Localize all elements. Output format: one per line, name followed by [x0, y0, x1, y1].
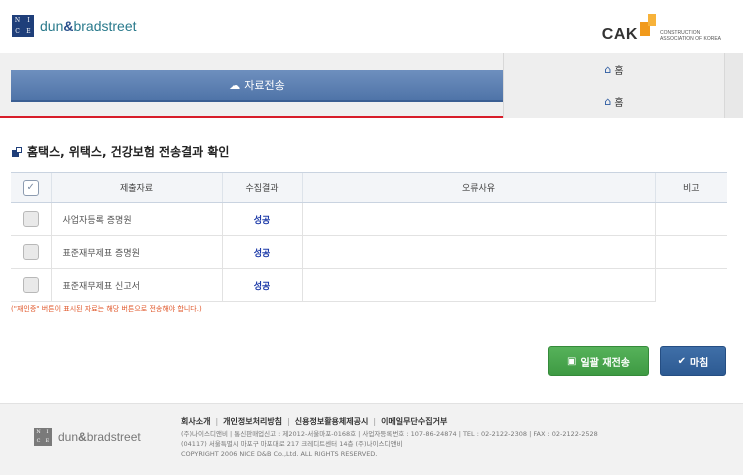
home-link-2[interactable]: ⌂ 홈 [504, 85, 724, 117]
table-row: 표준재무제표 증명원 성공 [11, 235, 727, 269]
cak-subtitle: CONSTRUCTION ASSOCIATION OF KOREA [659, 30, 721, 42]
footer-logo: NICE dun&bradstreet [34, 428, 141, 446]
nice-logo-mark: NICE [12, 15, 34, 37]
col-header-result: 수집결과 [221, 172, 302, 203]
result-status: 성공 [221, 202, 302, 236]
row-checkbox[interactable] [22, 211, 39, 227]
dnb-logo[interactable]: NICE dun&bradstreet [12, 15, 137, 37]
error-reason [301, 202, 655, 236]
select-all-cell: ✓ [11, 172, 51, 203]
side-nav: ⌂ 홈 ⌂ 홈 [503, 53, 724, 118]
row-checkbox-cell [11, 202, 51, 236]
footer-link-credit-info[interactable]: 신용정보활용체제공시 [295, 417, 369, 426]
footer: NICE dun&bradstreet 회사소개 | 개인정보처리방침 | 신용정보활용… [0, 403, 743, 475]
error-reason [301, 235, 655, 269]
page: { "header": { "nice_logo_text": "NICE", … [0, 0, 743, 475]
footer-copyright: COPYRIGHT 2006 NICE D&B Co.,Ltd. ALL RIG… [181, 450, 378, 458]
footer-link-email-policy[interactable]: 이메일무단수집거부 [381, 417, 447, 426]
section-title: 홈택스, 위택스, 건강보험 전송결과 확인 [12, 143, 229, 160]
remark [654, 202, 727, 236]
footer-link-about[interactable]: 회사소개 [181, 417, 210, 426]
table-row: 사업자등록 증명원 성공 [11, 202, 727, 236]
footer-nice-mark: NICE [34, 428, 52, 446]
doc-name: 표준재무제표 신고서 [50, 268, 222, 302]
footer-info-line: (주)나이스디앤비 | 통신판매업신고 : 제2012-서울마포-0168호 |… [181, 430, 598, 438]
cak-word: CAK [601, 26, 638, 43]
home-icon: ⌂ [604, 94, 612, 108]
reauth-note: ("재인증" 버튼이 표시된 자료는 해당 버튼으로 전송해야 합니다.) [11, 305, 202, 313]
table-header-row: ✓ 제출자료 수집결과 오류사유 비고 [11, 172, 727, 203]
footer-brand: dun&bradstreet [58, 430, 141, 444]
brand-name: dun&bradstreet [40, 18, 137, 34]
tab-data-transfer-label: 자료전송 [244, 79, 285, 92]
col-header-error: 오류사유 [301, 172, 655, 203]
bulk-resend-label: 일괄 재전송 [580, 357, 630, 369]
col-header-document: 제출자료 [50, 172, 222, 203]
col-header-note: 비고 [654, 172, 727, 203]
table-row: 표준재무제표 신고서 성공 [11, 268, 727, 302]
result-status: 성공 [221, 268, 302, 302]
result-status: 성공 [221, 235, 302, 269]
row-checkbox-cell [11, 235, 51, 269]
remark [654, 235, 727, 269]
footer-link-privacy[interactable]: 개인정보처리방침 [223, 417, 282, 426]
check-icon: ✔ [677, 355, 686, 367]
section-title-text: 홈택스, 위택스, 건강보험 전송결과 확인 [27, 145, 230, 159]
home-icon: ⌂ [604, 62, 612, 76]
nav-band: ☁ 자료전송 ⌂ 홈 ⌂ 홈 [0, 53, 743, 118]
tab-data-transfer[interactable]: ☁ 자료전송 [11, 70, 503, 102]
footer-links: 회사소개 | 개인정보처리방침 | 신용정보활용체제공시 | 이메일무단수집거부 [181, 417, 448, 426]
footer-address: (04117) 서울특별시 마포구 마포대로 217 크레디트센터 14층 (주… [181, 440, 403, 448]
row-checkbox-cell [11, 268, 51, 302]
home-link-1[interactable]: ⌂ 홈 [504, 53, 724, 85]
footer-company-info: (주)나이스디앤비 | 통신판매업신고 : 제2012-서울마포-0168호 |… [181, 429, 598, 459]
section-bullet-icon [12, 146, 22, 157]
home-label: 홈 [614, 65, 624, 77]
cloud-upload-icon: ☁ [229, 78, 241, 92]
doc-name: 사업자등록 증명원 [50, 202, 222, 236]
finish-label: 마침 [689, 357, 709, 369]
document-icon: ▣ [567, 355, 577, 367]
select-all-checkbox[interactable]: ✓ [22, 179, 39, 196]
cak-logo: CAK CONSTRUCTION ASSOCIATION OF KOREA [602, 14, 721, 44]
header: NICE dun&bradstreet CAK CONSTRUCTION ASS… [0, 0, 743, 53]
row-checkbox[interactable] [22, 244, 39, 260]
row-checkbox[interactable] [22, 277, 39, 293]
finish-button[interactable]: ✔ 마침 [660, 346, 726, 376]
error-reason [301, 268, 655, 302]
doc-name: 표준재무제표 증명원 [50, 235, 222, 269]
result-table: ✓ 제출자료 수집결과 오류사유 비고 사업자등록 증명원 성공 표준재무제표 … [11, 172, 727, 302]
remark [654, 268, 727, 302]
cak-mark-icon [639, 14, 658, 38]
side-strip [724, 53, 743, 118]
bulk-resend-button[interactable]: ▣ 일괄 재전송 [548, 346, 649, 376]
home-label: 홈 [614, 97, 624, 109]
